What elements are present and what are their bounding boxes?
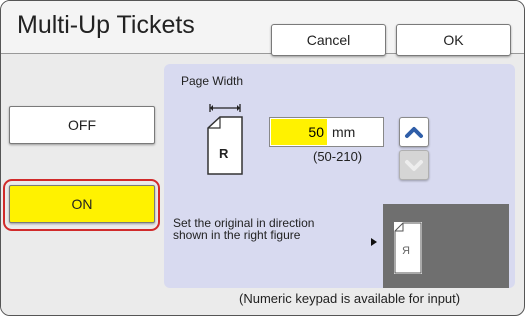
page-with-folded-corner-icon: [207, 104, 243, 175]
on-button[interactable]: ON: [9, 185, 155, 223]
cancel-button[interactable]: Cancel: [271, 24, 386, 56]
triangle-right-icon: [371, 238, 377, 246]
chevron-up-icon: [405, 127, 423, 138]
chevron-down-icon: [405, 160, 423, 171]
page-width-value: 50: [271, 119, 327, 145]
orientation-instruction: Set the original in direction shown in t…: [173, 216, 315, 242]
increase-button[interactable]: [399, 117, 429, 147]
dialog-title: Multi-Up Tickets: [17, 11, 195, 39]
page-width-range: (50-210): [313, 149, 363, 164]
decrease-button[interactable]: [399, 150, 429, 180]
off-button[interactable]: OFF: [9, 106, 155, 144]
page-width-input[interactable]: 50 mm: [269, 117, 384, 147]
input-note: (Numeric keypad is available for input): [239, 291, 461, 306]
page-letter: R: [219, 146, 229, 161]
page-width-unit: mm: [332, 124, 356, 140]
orientation-preview: R: [383, 204, 509, 288]
multi-up-tickets-dialog: Multi-Up Tickets Cancel OK OFF ON Page W…: [0, 0, 525, 316]
page-width-label: Page Width: [181, 74, 244, 88]
ok-button[interactable]: OK: [396, 24, 511, 56]
preview-mirrored-letter: R: [402, 245, 410, 257]
